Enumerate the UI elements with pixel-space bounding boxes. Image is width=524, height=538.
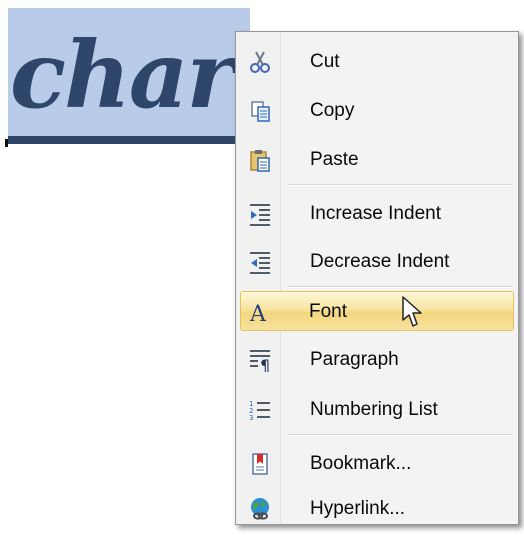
text-underline xyxy=(8,136,240,144)
context-menu: Cut Copy Paste Increase Indent Decrease … xyxy=(235,31,519,525)
menu-item-hyperlink[interactable]: Hyperlink... xyxy=(238,488,514,530)
hyperlink-globe-icon xyxy=(248,497,272,521)
menu-item-label: Hyperlink... xyxy=(310,498,406,519)
increase-indent-icon xyxy=(248,202,272,226)
menu-item-bookmark[interactable]: Bookmark... xyxy=(238,443,514,485)
menu-item-label: Paste xyxy=(310,149,359,170)
menu-item-increase-indent[interactable]: Increase Indent xyxy=(238,193,514,235)
menu-item-label: Copy xyxy=(310,100,355,121)
clipboard-paste-icon xyxy=(248,148,272,172)
document-word: char xyxy=(10,21,235,129)
menu-item-decrease-indent[interactable]: Decrease Indent xyxy=(238,241,514,283)
menu-item-copy[interactable]: Copy xyxy=(238,90,514,132)
decrease-indent-icon xyxy=(248,250,272,274)
font-a-icon: A xyxy=(248,300,272,327)
scissors-icon xyxy=(248,50,272,74)
menu-item-paragraph[interactable]: ¶ Paragraph xyxy=(238,339,514,381)
bookmark-icon xyxy=(248,452,272,476)
svg-text:A: A xyxy=(249,302,267,324)
mouse-pointer-icon xyxy=(400,295,424,329)
menu-separator xyxy=(288,434,512,436)
menu-item-label: Increase Indent xyxy=(310,203,441,224)
menu-item-label: Paragraph xyxy=(310,349,399,370)
text-cursor-marker xyxy=(5,139,8,147)
svg-text:¶: ¶ xyxy=(260,356,270,372)
menu-item-label: Decrease Indent xyxy=(310,251,450,272)
app-canvas: char Cut Copy Paste Increase Indent Decr… xyxy=(0,0,524,538)
numbering-list-icon: 1 2 3 xyxy=(248,398,272,422)
selected-document-text[interactable]: char xyxy=(8,8,250,143)
menu-item-cut[interactable]: Cut xyxy=(238,41,514,83)
menu-separator xyxy=(288,286,512,288)
copy-icon xyxy=(248,99,272,123)
menu-item-paste[interactable]: Paste xyxy=(238,139,514,181)
menu-item-font[interactable]: A Font xyxy=(240,291,514,331)
menu-item-label: Font xyxy=(309,301,348,322)
menu-item-label: Bookmark... xyxy=(310,453,412,474)
menu-item-label: Cut xyxy=(310,51,340,72)
menu-item-label: Numbering List xyxy=(310,399,438,420)
paragraph-icon: ¶ xyxy=(248,348,272,375)
svg-text:3: 3 xyxy=(249,414,253,422)
menu-separator xyxy=(288,184,512,186)
menu-item-numbering-list[interactable]: 1 2 3 Numbering List xyxy=(238,389,514,431)
